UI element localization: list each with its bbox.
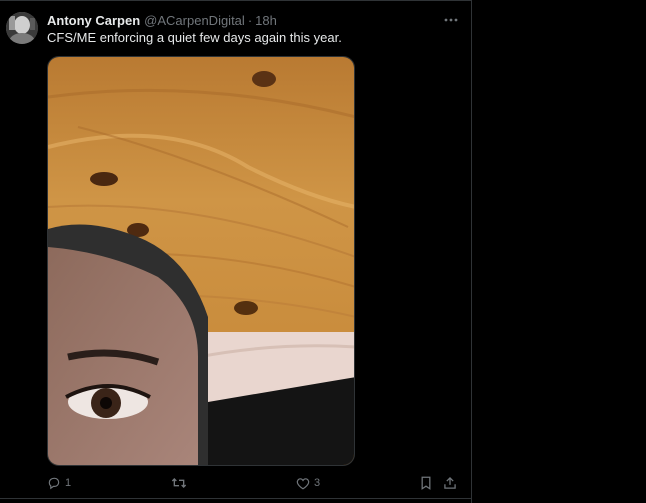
reply-button[interactable]: 1 xyxy=(47,474,71,492)
share-icon xyxy=(443,476,457,490)
retweet-button[interactable] xyxy=(171,474,187,492)
heart-icon xyxy=(296,477,310,490)
tweet-actions: 1 3 xyxy=(0,474,471,494)
tweet-text: CFS/ME enforcing a quiet few days again … xyxy=(47,30,342,45)
retweet-icon xyxy=(171,476,187,490)
timestamp[interactable]: 18h xyxy=(255,13,277,28)
separator-dot: · xyxy=(247,12,253,28)
bookmark-icon xyxy=(420,476,432,490)
like-count: 3 xyxy=(314,477,321,489)
column-divider xyxy=(471,0,472,503)
bookmark-button[interactable] xyxy=(420,474,432,492)
more-button[interactable] xyxy=(441,12,461,28)
author-name[interactable]: Antony Carpen xyxy=(47,13,140,28)
tweet-photo[interactable] xyxy=(47,56,355,466)
bottom-divider xyxy=(0,498,471,499)
avatar[interactable] xyxy=(6,12,38,44)
tweet-header: Antony Carpen @ACarpenDigital · 18h xyxy=(47,11,277,29)
like-button[interactable]: 3 xyxy=(296,474,320,492)
more-horizontal-icon xyxy=(444,18,458,22)
share-button[interactable] xyxy=(443,474,457,492)
reply-icon xyxy=(47,476,61,490)
author-handle[interactable]: @ACarpenDigital xyxy=(144,13,245,28)
reply-count: 1 xyxy=(65,477,72,489)
tweet[interactable]: Antony Carpen @ACarpenDigital · 18h CFS/… xyxy=(0,0,471,498)
page: Antony Carpen @ACarpenDigital · 18h CFS/… xyxy=(0,0,646,503)
